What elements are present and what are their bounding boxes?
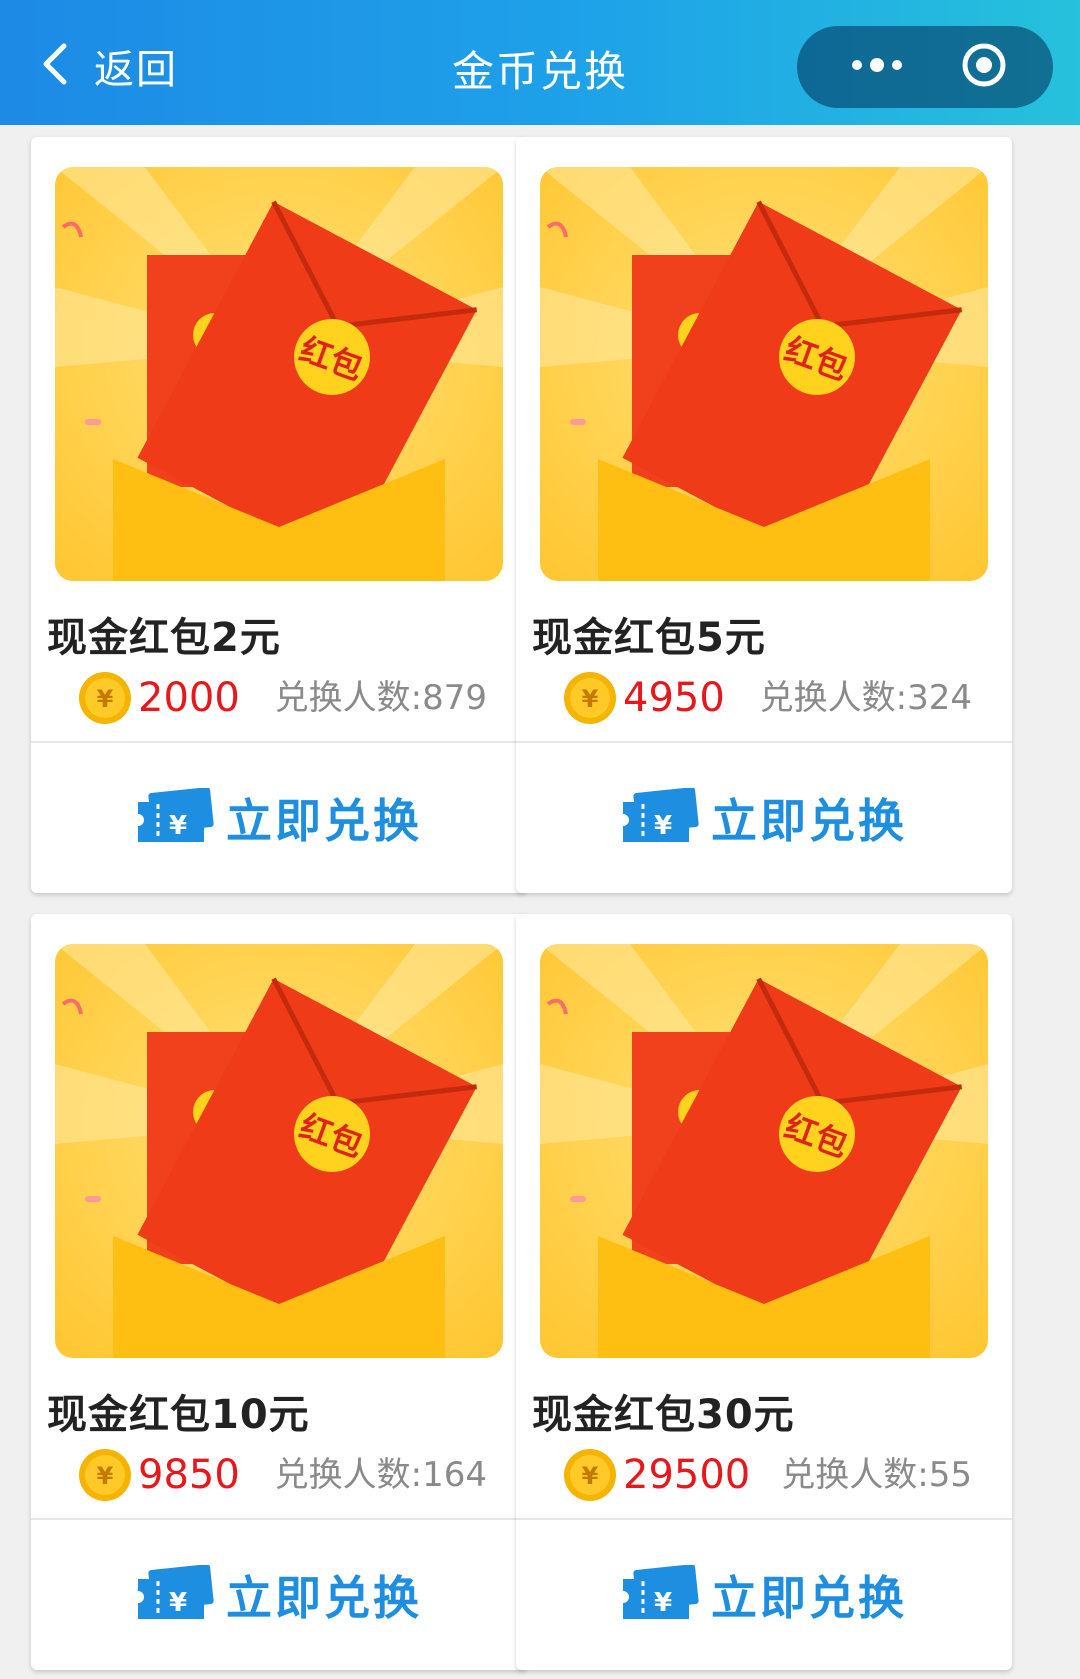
exchange-count: 兑换人数:164 — [274, 1455, 487, 1495]
red-envelope-image: 红包 — [55, 944, 503, 1358]
redeem-button[interactable]: ¥ 立即兑换 — [31, 1520, 527, 1670]
more-button[interactable] — [827, 26, 927, 108]
ticket-icon: ¥ — [136, 788, 214, 848]
svg-text:¥: ¥ — [169, 1588, 187, 1618]
product-card: 红包 现金红包2元 ¥ 2000 兑换人数:879 ¥ 立即兑换 — [31, 137, 527, 893]
product-card: 红包 现金红包5元 ¥ 4950 兑换人数:324 ¥ 立即兑换 — [516, 137, 1012, 893]
coin-price: 2000 — [138, 675, 240, 721]
redeem-label: 立即兑换 — [226, 794, 422, 848]
svg-text:¥: ¥ — [582, 685, 599, 713]
exchange-count: 兑换人数:324 — [759, 678, 972, 718]
back-button[interactable]: 返回 — [38, 38, 178, 94]
red-envelope-image: 红包 — [55, 167, 503, 581]
redeem-button[interactable]: ¥ 立即兑换 — [31, 743, 527, 893]
more-dots-icon — [849, 55, 905, 79]
close-button[interactable] — [943, 26, 1025, 108]
close-circle-icon — [959, 40, 1009, 94]
ticket-icon: ¥ — [621, 788, 699, 848]
coin-price: 29500 — [623, 1452, 751, 1498]
red-envelope-image: 红包 — [540, 944, 988, 1358]
gold-coin-icon: ¥ — [563, 1448, 617, 1502]
product-title: 现金红包5元 — [532, 615, 766, 661]
redeem-label: 立即兑换 — [711, 1571, 907, 1625]
svg-text:¥: ¥ — [582, 1462, 599, 1490]
redeem-label: 立即兑换 — [226, 1571, 422, 1625]
exchange-count: 兑换人数:55 — [781, 1455, 972, 1495]
coin-price: 4950 — [623, 675, 725, 721]
red-envelope-image: 红包 — [540, 167, 988, 581]
ticket-icon: ¥ — [136, 1565, 214, 1625]
back-label: 返回 — [94, 47, 178, 93]
redeem-button[interactable]: ¥ 立即兑换 — [516, 1520, 1012, 1670]
product-title: 现金红包30元 — [532, 1392, 795, 1438]
product-card: 红包 现金红包10元 ¥ 9850 兑换人数:164 ¥ 立即兑换 — [31, 914, 527, 1670]
exchange-count: 兑换人数:879 — [274, 678, 487, 718]
chevron-left-icon — [38, 40, 72, 92]
product-title: 现金红包2元 — [47, 615, 281, 661]
coin-price: 9850 — [138, 1452, 240, 1498]
gold-coin-icon: ¥ — [78, 671, 132, 725]
svg-text:¥: ¥ — [97, 1462, 114, 1490]
ticket-icon: ¥ — [621, 1565, 699, 1625]
svg-text:¥: ¥ — [654, 1588, 672, 1618]
svg-text:¥: ¥ — [654, 811, 672, 841]
svg-text:¥: ¥ — [169, 811, 187, 841]
nav-bar: 返回 金币兑换 — [0, 0, 1080, 125]
product-title: 现金红包10元 — [47, 1392, 310, 1438]
mini-program-capsule — [797, 26, 1053, 108]
svg-text:¥: ¥ — [97, 685, 114, 713]
redeem-label: 立即兑换 — [711, 794, 907, 848]
redeem-button[interactable]: ¥ 立即兑换 — [516, 743, 1012, 893]
gold-coin-icon: ¥ — [78, 1448, 132, 1502]
product-card: 红包 现金红包30元 ¥ 29500 兑换人数:55 ¥ 立即兑换 — [516, 914, 1012, 1670]
gold-coin-icon: ¥ — [563, 671, 617, 725]
